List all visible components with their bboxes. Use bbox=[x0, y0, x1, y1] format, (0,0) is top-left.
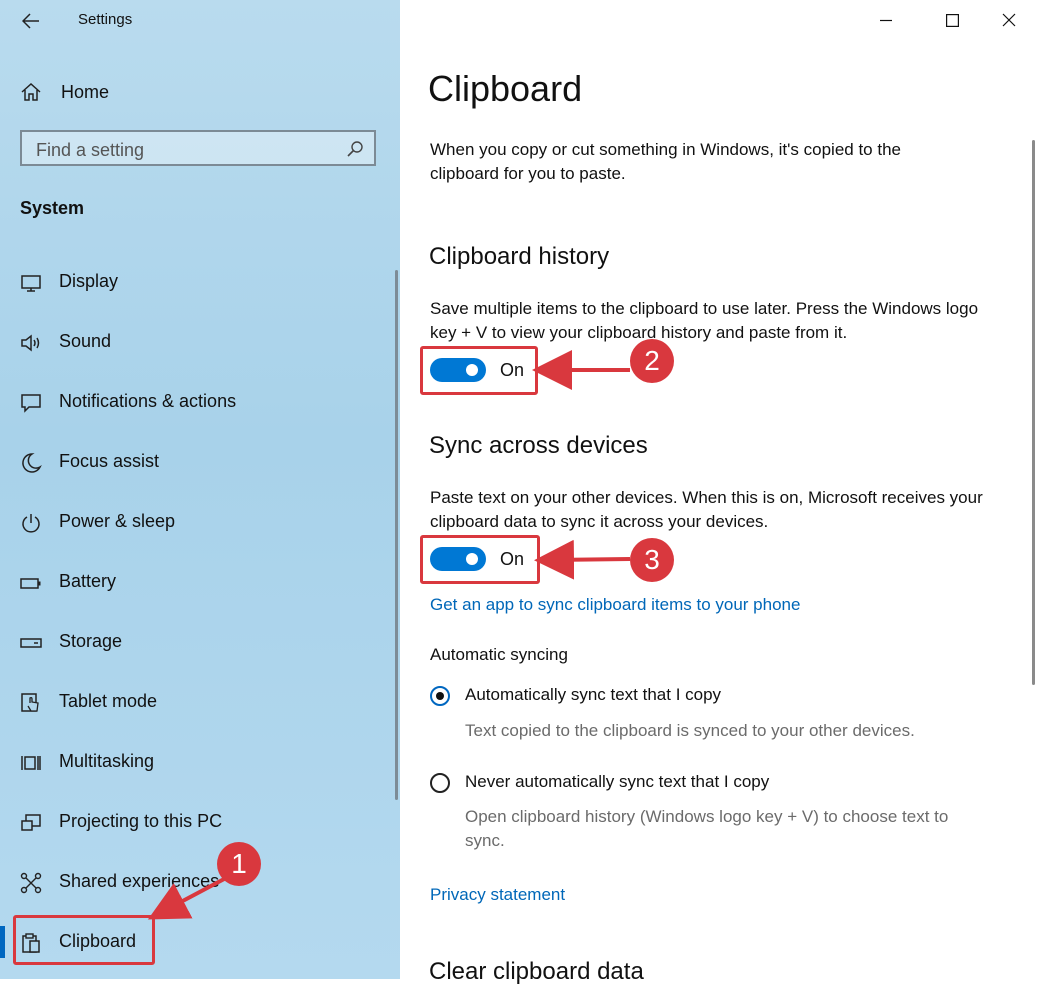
sidebar: Settings Home Find a setting System Disp… bbox=[0, 0, 400, 979]
maximize-button[interactable] bbox=[929, 0, 975, 40]
annotation-badge-2: 2 bbox=[630, 339, 674, 383]
home-icon bbox=[21, 82, 41, 101]
storage-icon bbox=[20, 632, 42, 654]
sidebar-item-label: Notifications & actions bbox=[59, 391, 237, 411]
shared-experiences-icon bbox=[20, 872, 42, 894]
annotation-badge-3: 3 bbox=[630, 538, 674, 582]
search-input[interactable]: Find a setting bbox=[36, 140, 144, 161]
clear-clipboard-heading: Clear clipboard data bbox=[429, 958, 644, 985]
page-title: Clipboard bbox=[428, 68, 583, 109]
selection-indicator bbox=[0, 926, 5, 958]
tablet-mode-icon bbox=[20, 692, 42, 714]
sidebar-item-label: Sound bbox=[59, 331, 112, 351]
never-sync-label[interactable]: Never automatically sync text that I cop… bbox=[465, 772, 769, 792]
sidebar-scrollbar[interactable] bbox=[395, 270, 398, 800]
sidebar-item-label: Shared experiences bbox=[59, 871, 220, 891]
search-icon[interactable] bbox=[346, 140, 364, 158]
highlight-box-sync-toggle bbox=[420, 535, 540, 584]
highlight-box-clipboard bbox=[13, 915, 155, 965]
sidebar-item-shared-experiences[interactable]: Shared experiences bbox=[0, 862, 400, 902]
auto-sync-label[interactable]: Automatically sync text that I copy bbox=[465, 685, 721, 705]
clipboard-history-heading: Clipboard history bbox=[429, 243, 610, 270]
maximize-icon bbox=[945, 13, 959, 27]
sidebar-item-label: Focus assist bbox=[59, 451, 160, 471]
sync-description: Paste text on your other devices. When t… bbox=[430, 488, 983, 531]
sidebar-item-focus-assist[interactable]: Focus assist bbox=[0, 442, 400, 482]
auto-sync-description: Text copied to the clipboard is synced t… bbox=[465, 721, 915, 740]
never-sync-description: Open clipboard history (Windows logo key… bbox=[465, 807, 949, 850]
minimize-icon bbox=[880, 19, 892, 22]
never-sync-radio[interactable] bbox=[430, 773, 450, 793]
power-icon bbox=[20, 512, 42, 534]
multitasking-icon bbox=[20, 752, 42, 774]
sidebar-item-label: Tablet mode bbox=[59, 691, 158, 711]
speaker-icon bbox=[20, 332, 42, 354]
annotation-badge-1: 1 bbox=[217, 842, 261, 886]
minimize-button[interactable] bbox=[863, 0, 909, 40]
moon-icon bbox=[20, 452, 42, 474]
sidebar-item-battery[interactable]: Battery bbox=[0, 562, 400, 602]
sidebar-item-label: Power & sleep bbox=[59, 511, 176, 531]
arrow-3 bbox=[534, 539, 631, 580]
sidebar-item-tablet-mode[interactable]: Tablet mode bbox=[0, 682, 400, 722]
sync-heading: Sync across devices bbox=[429, 432, 648, 459]
get-app-link[interactable]: Get an app to sync clipboard items to yo… bbox=[430, 595, 800, 615]
app-title: Settings bbox=[78, 11, 133, 28]
notification-icon bbox=[20, 392, 42, 414]
privacy-statement-link[interactable]: Privacy statement bbox=[430, 885, 565, 905]
sidebar-item-label: Storage bbox=[59, 631, 123, 651]
search-box[interactable]: Find a setting bbox=[20, 130, 376, 166]
projecting-icon bbox=[20, 812, 42, 834]
monitor-icon bbox=[20, 272, 42, 294]
sidebar-item-power-sleep[interactable]: Power & sleep bbox=[0, 502, 400, 542]
content-scrollbar[interactable] bbox=[1032, 140, 1035, 685]
highlight-box-history-toggle bbox=[420, 346, 538, 395]
back-arrow-icon bbox=[22, 13, 39, 29]
home-label: Home bbox=[61, 81, 110, 102]
auto-sync-radio[interactable] bbox=[430, 686, 450, 706]
sidebar-item-sound[interactable]: Sound bbox=[0, 322, 400, 362]
section-title-system: System bbox=[20, 198, 85, 218]
clipboard-history-description: Save multiple items to the clipboard to … bbox=[430, 299, 979, 342]
sidebar-item-label: Display bbox=[59, 271, 119, 291]
close-icon bbox=[1002, 13, 1016, 27]
sidebar-item-multitasking[interactable]: Multitasking bbox=[0, 742, 400, 782]
sidebar-item-notifications[interactable]: Notifications & actions bbox=[0, 382, 400, 422]
sidebar-item-display[interactable]: Display bbox=[0, 262, 400, 302]
sidebar-item-label: Projecting to this PC bbox=[59, 811, 223, 831]
sidebar-item-label: Battery bbox=[59, 571, 117, 591]
sidebar-item-home[interactable]: Home bbox=[20, 78, 109, 106]
intro-text: When you copy or cut something in Window… bbox=[430, 140, 901, 183]
automatic-syncing-heading: Automatic syncing bbox=[430, 645, 568, 664]
sidebar-item-projecting[interactable]: Projecting to this PC bbox=[0, 802, 400, 842]
sidebar-item-label: Multitasking bbox=[59, 751, 155, 771]
sidebar-item-storage[interactable]: Storage bbox=[0, 622, 400, 662]
back-button[interactable] bbox=[14, 6, 48, 36]
battery-icon bbox=[20, 572, 42, 594]
close-button[interactable] bbox=[986, 0, 1032, 40]
